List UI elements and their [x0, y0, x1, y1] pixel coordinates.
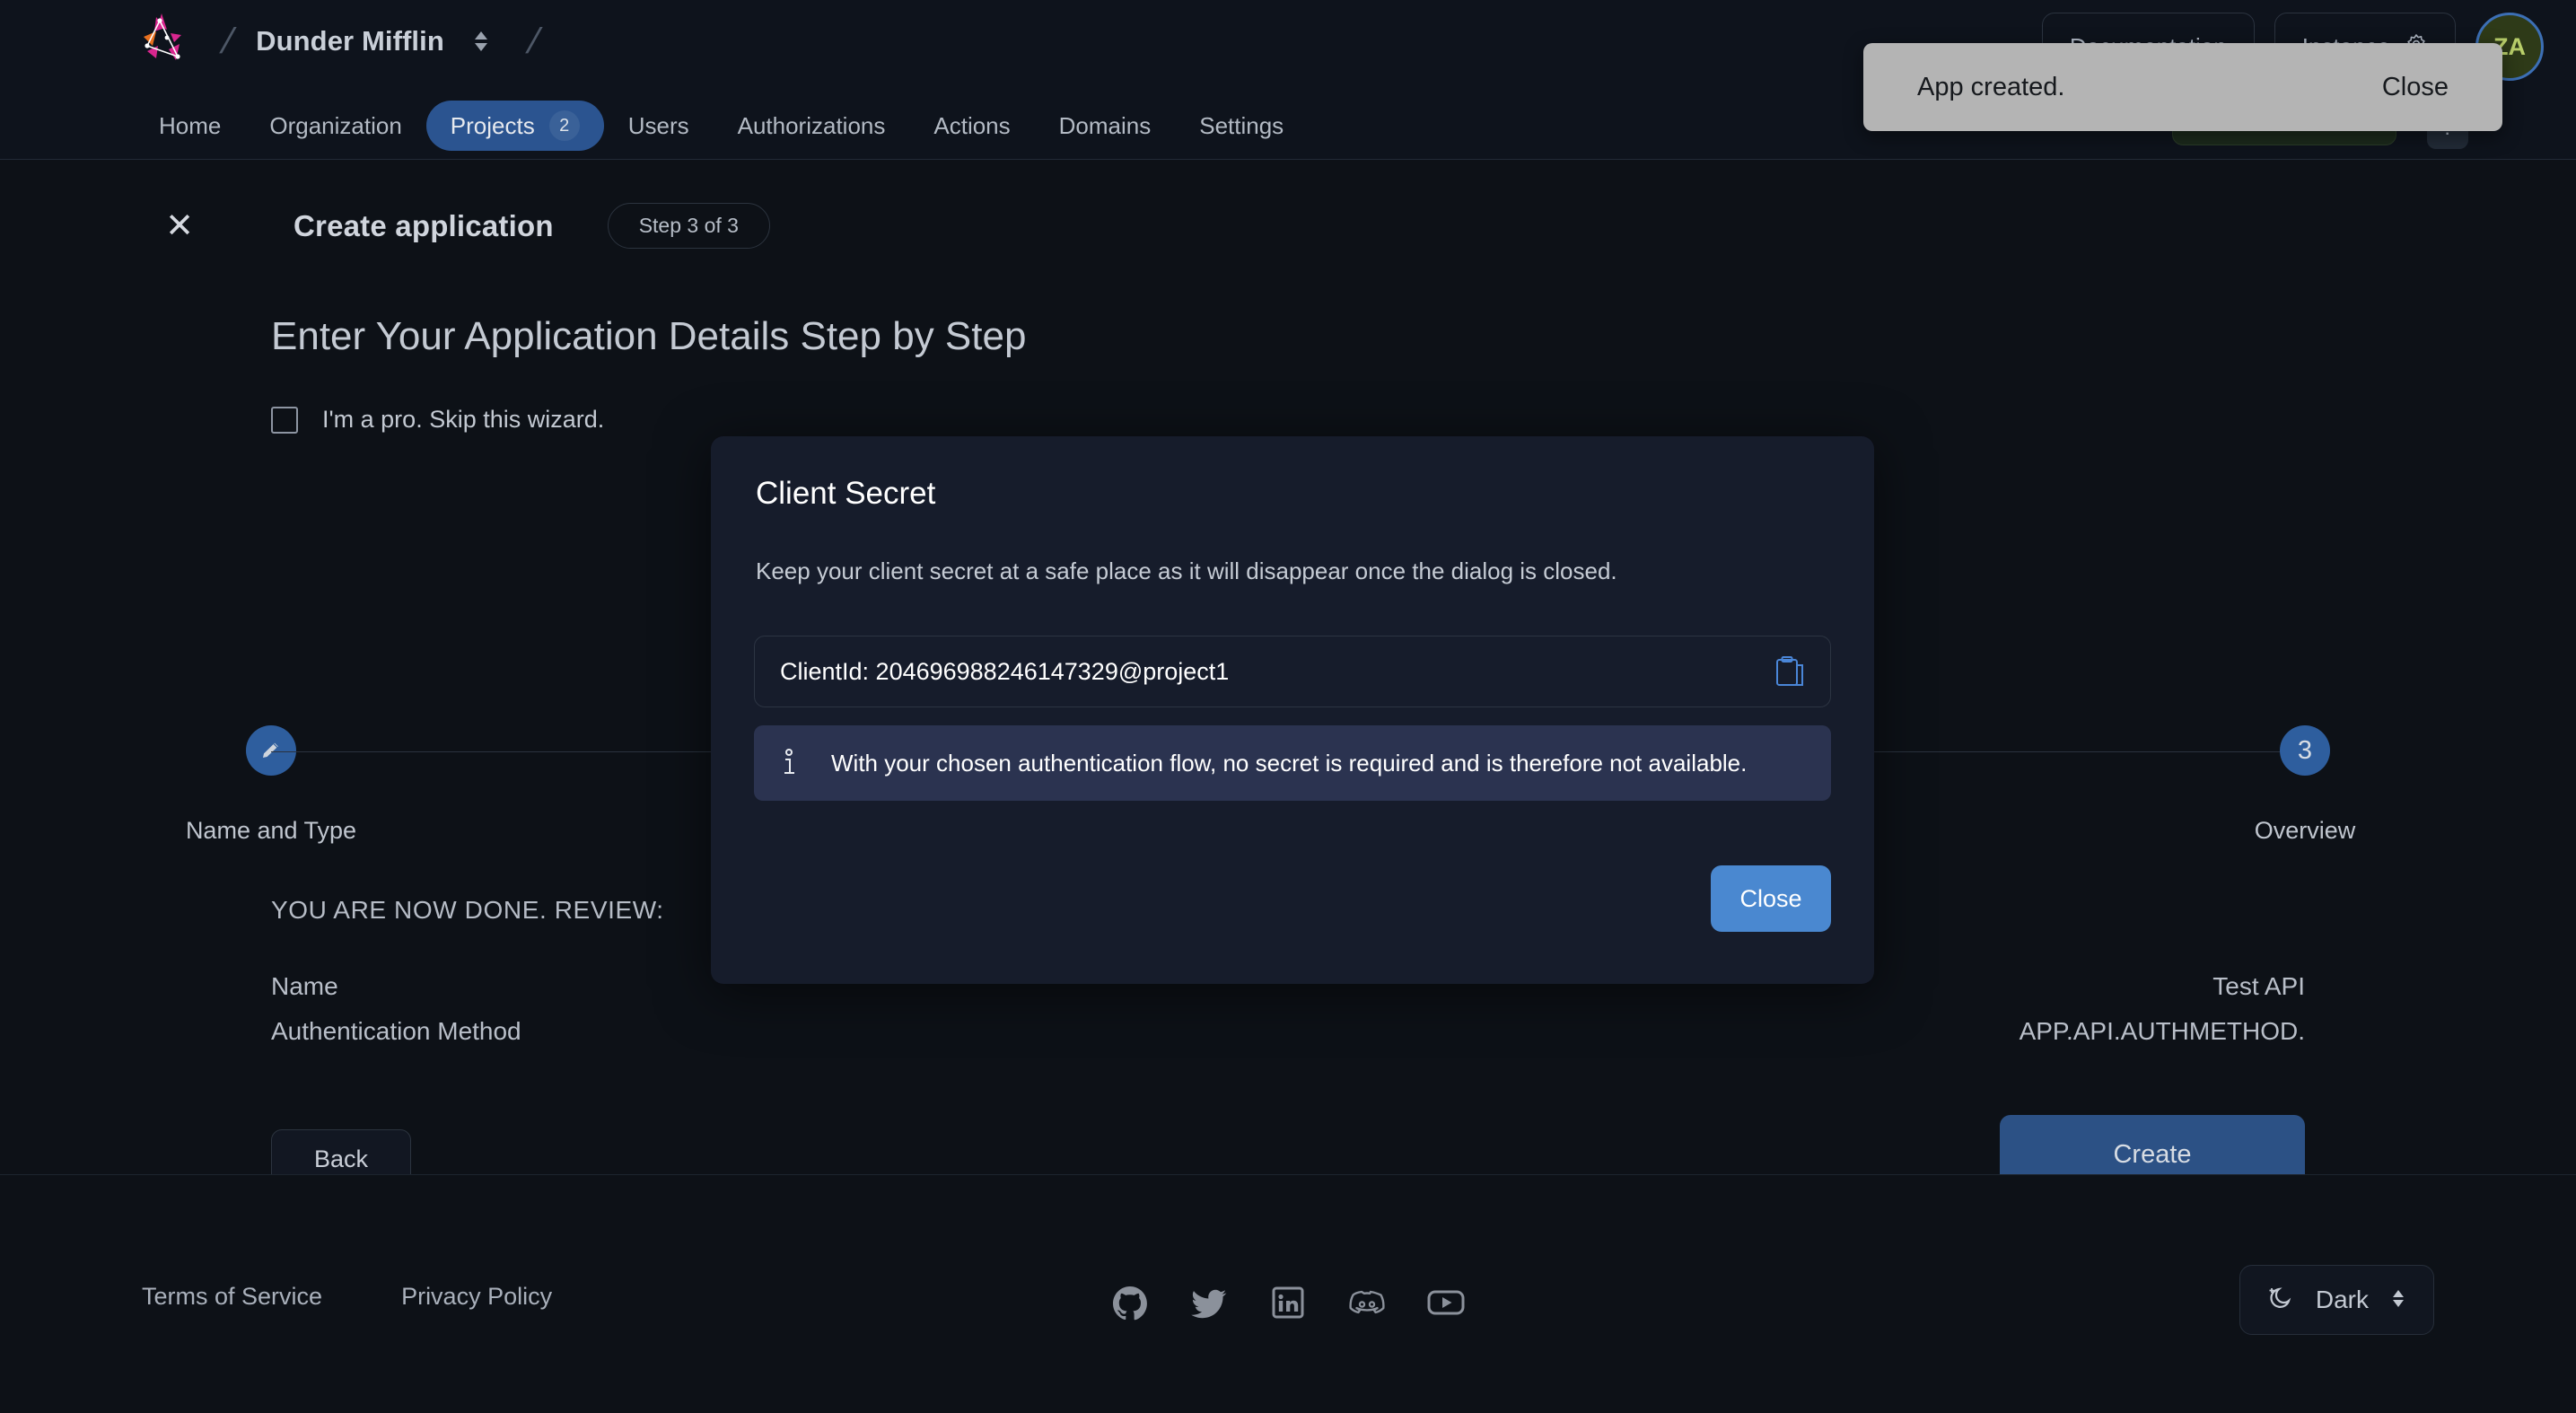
skip-wizard-row[interactable]: I'm a pro. Skip this wizard.: [271, 406, 604, 434]
dialog-close-button[interactable]: Close: [1711, 865, 1831, 932]
linkedin-icon[interactable]: [1268, 1283, 1308, 1322]
page-title: Create application: [294, 208, 554, 242]
discord-icon[interactable]: [1347, 1283, 1387, 1322]
skip-wizard-checkbox[interactable]: [271, 406, 298, 434]
breadcrumb-divider-2: /: [522, 22, 545, 61]
chevron-up-down-icon[interactable]: [2388, 1283, 2408, 1318]
dialog-subtitle: Keep your client secret at a safe place …: [756, 557, 1617, 584]
nav-label: Authorizations: [737, 112, 886, 139]
nav-label: Home: [159, 112, 222, 139]
pencil-icon: [246, 725, 296, 776]
skip-wizard-label: I'm a pro. Skip this wizard.: [322, 406, 605, 433]
chevron-up-down-icon[interactable]: [469, 23, 493, 59]
dialog-title: Client Secret: [756, 476, 936, 511]
info-banner-text: With your chosen authentication flow, no…: [831, 749, 1748, 777]
step-label: Overview: [2254, 817, 2356, 844]
review-heading: YOU ARE NOW DONE. REVIEW:: [271, 896, 664, 924]
info-banner: With your chosen authentication flow, no…: [754, 725, 1831, 801]
wizard-header: ✕ Create application Step 3 of 3: [0, 203, 2576, 249]
step-label: Name and Type: [185, 817, 357, 844]
nav-label: Users: [627, 112, 689, 139]
zitadel-logo-icon[interactable]: [135, 10, 199, 73]
nav-item-users[interactable]: Users: [604, 104, 714, 147]
nav-label: Settings: [1199, 112, 1284, 139]
info-icon: [779, 748, 799, 778]
client-secret-dialog: Client Secret Keep your client secret at…: [711, 436, 1874, 984]
main-nav: Home Organization Projects 2 Users Autho…: [135, 101, 1308, 151]
nav-item-authorizations[interactable]: Authorizations: [714, 104, 910, 147]
org-name: Dunder Mifflin: [256, 25, 444, 57]
nav-item-domains[interactable]: Domains: [1035, 104, 1176, 147]
nav-label: Actions: [933, 112, 1011, 139]
nav-item-projects[interactable]: Projects 2: [425, 101, 604, 151]
github-icon[interactable]: [1110, 1283, 1150, 1322]
review-key: Name: [271, 972, 338, 1000]
breadcrumb-divider-1: /: [216, 22, 239, 61]
social-links: [0, 1283, 2576, 1322]
toast-notification: App created. Close: [1863, 43, 2502, 131]
review-value: APP.API.AUTHMETHOD.: [2019, 1017, 2305, 1045]
youtube-icon[interactable]: [1426, 1283, 1466, 1322]
copy-clipboard-icon[interactable]: [1774, 655, 1805, 688]
nav-label: Domains: [1058, 112, 1152, 139]
review-row-auth-method: Authentication Method APP.API.AUTHMETHOD…: [271, 1017, 2305, 1046]
moon-icon: [2265, 1283, 2296, 1318]
page-footer: Terms of Service Privacy Policy Dark: [0, 1174, 2576, 1413]
review-key: Authentication Method: [271, 1017, 521, 1045]
review-value: Test API: [2212, 972, 2305, 1000]
toast-close-button[interactable]: Close: [2382, 73, 2449, 102]
nav-item-organization[interactable]: Organization: [245, 104, 425, 147]
section-heading: Enter Your Application Details Step by S…: [271, 314, 1027, 358]
nav-item-actions[interactable]: Actions: [909, 104, 1034, 147]
nav-item-settings[interactable]: Settings: [1175, 104, 1308, 147]
client-id-field[interactable]: ClientId: 204696988246147329@project1: [754, 636, 1831, 707]
nav-label: Organization: [269, 112, 402, 139]
nav-badge-projects: 2: [548, 110, 580, 141]
theme-selector[interactable]: Dark: [2239, 1265, 2434, 1335]
step-number: 3: [2280, 725, 2330, 776]
nav-label: Projects: [450, 112, 535, 139]
nav-item-home[interactable]: Home: [135, 104, 245, 147]
toast-message: App created.: [1917, 72, 2065, 101]
theme-label: Dark: [2315, 1286, 2369, 1313]
step-indicator-badge: Step 3 of 3: [607, 203, 770, 249]
client-id-value: ClientId: 204696988246147329@project1: [780, 657, 1230, 685]
brand-row: / Dunder Mifflin /: [0, 0, 544, 83]
close-icon[interactable]: ✕: [160, 206, 199, 246]
twitter-icon[interactable]: [1189, 1283, 1229, 1322]
